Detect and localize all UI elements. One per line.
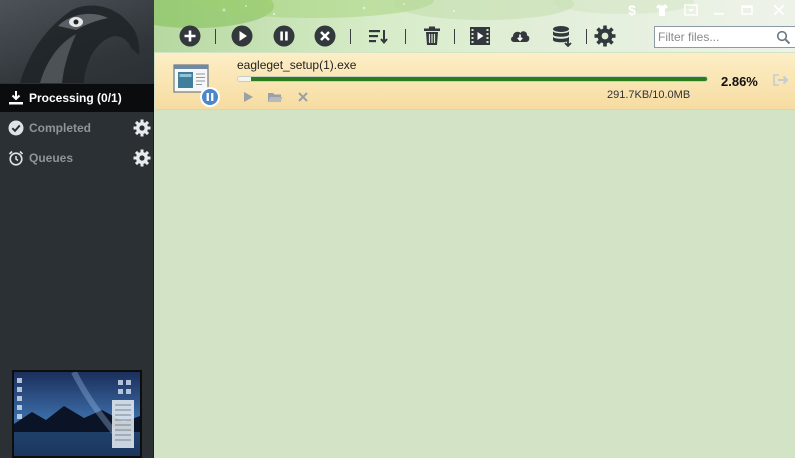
gear-icon[interactable] xyxy=(133,119,151,137)
progress-fill xyxy=(238,77,251,81)
sidebar-item-label: Queues xyxy=(29,151,74,165)
add-icon[interactable] xyxy=(178,24,202,48)
eagle-head-icon xyxy=(20,5,140,83)
download-task-row[interactable]: eagleget_setup(1).exe 2.86% 291.7KB/10.0… xyxy=(155,53,795,110)
toolbar-divider xyxy=(586,29,587,44)
play-icon[interactable] xyxy=(241,90,255,104)
progress-bar-body xyxy=(251,77,707,81)
menu-dropdown-icon[interactable] xyxy=(683,2,699,18)
sidebar-item-processing[interactable]: Processing (0/1) xyxy=(0,84,154,112)
gear-icon[interactable] xyxy=(133,149,151,167)
progress-percent: 2.86% xyxy=(721,74,758,89)
open-external-icon[interactable] xyxy=(771,72,791,88)
stop-icon[interactable] xyxy=(313,24,337,48)
sidebar-item-completed[interactable]: Completed xyxy=(0,114,154,142)
remove-icon[interactable] xyxy=(296,90,310,104)
sidebar: Processing (0/1) Completed Queues xyxy=(0,0,154,458)
settings-icon[interactable] xyxy=(593,24,617,48)
pause-icon[interactable] xyxy=(272,24,296,48)
eagleget-window: Processing (0/1) Completed Queues $ Filt… xyxy=(0,0,795,458)
sort-icon[interactable] xyxy=(366,24,390,48)
search-icon[interactable] xyxy=(776,30,791,45)
check-circle-icon xyxy=(8,120,24,136)
folder-icon[interactable] xyxy=(267,90,283,104)
desktop-preview-thumbnail[interactable] xyxy=(12,370,142,458)
toolbar: $ xyxy=(154,0,795,52)
cloud-download-icon[interactable] xyxy=(508,24,532,48)
svg-text:$: $ xyxy=(628,2,636,18)
toolbar-divider xyxy=(454,29,455,44)
task-pause-badge[interactable] xyxy=(200,87,220,107)
progress-bar xyxy=(237,76,708,82)
eagle-logo xyxy=(0,0,154,83)
desktop-preview-image xyxy=(14,372,140,456)
download-tray-icon xyxy=(9,91,23,105)
filter-files-input[interactable] xyxy=(658,29,773,45)
video-icon[interactable] xyxy=(468,24,492,48)
pause-icon xyxy=(206,93,214,101)
alarm-clock-icon xyxy=(8,150,24,166)
sidebar-item-queues[interactable]: Queues xyxy=(0,144,154,172)
dollar-icon[interactable]: $ xyxy=(624,2,640,18)
minimize-icon[interactable] xyxy=(711,2,727,18)
toolbar-divider xyxy=(215,29,216,44)
task-filename: eagleget_setup(1).exe xyxy=(237,58,357,72)
close-icon[interactable] xyxy=(771,2,787,18)
download-size: 291.7KB/10.0MB xyxy=(607,89,691,101)
skin-icon[interactable] xyxy=(654,2,670,18)
maximize-icon[interactable] xyxy=(739,2,755,18)
sidebar-item-label: Completed xyxy=(29,121,92,135)
filter-box xyxy=(654,26,795,48)
toolbar-divider xyxy=(350,29,351,44)
database-icon[interactable] xyxy=(550,24,574,48)
toolbar-divider xyxy=(405,29,406,44)
sidebar-item-label: Processing (0/1) xyxy=(29,91,122,105)
start-icon[interactable] xyxy=(230,24,254,48)
delete-icon[interactable] xyxy=(420,24,444,48)
